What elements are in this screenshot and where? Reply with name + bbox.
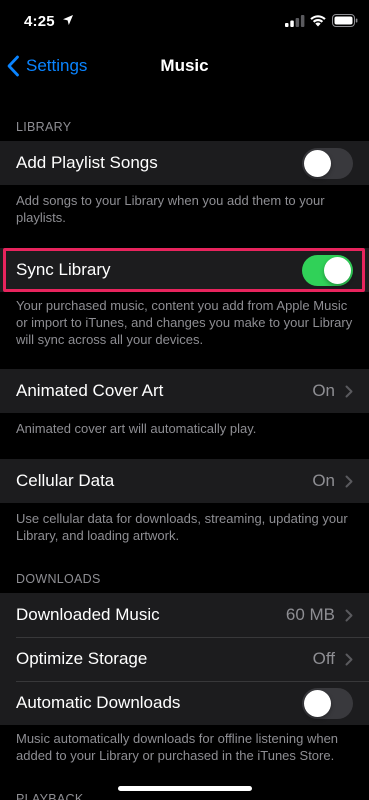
section-header-library: LIBRARY bbox=[16, 120, 72, 134]
group-add-playlist-songs: Add Playlist Songs bbox=[0, 141, 369, 185]
cellular-data-label: Cellular Data bbox=[16, 471, 115, 490]
row-add-playlist-songs: Add Playlist Songs bbox=[0, 141, 369, 185]
add-playlist-songs-label: Add Playlist Songs bbox=[16, 153, 158, 172]
add-playlist-songs-footer: Add songs to your Library when you add t… bbox=[16, 193, 325, 225]
cellular-signal-icon bbox=[285, 15, 305, 27]
sync-library-toggle[interactable] bbox=[302, 254, 353, 286]
page-title: Music bbox=[160, 56, 209, 75]
animated-cover-art-footer: Animated cover art will automatically pl… bbox=[16, 421, 257, 436]
toggle-knob bbox=[304, 689, 331, 717]
row-sync-library: Sync Library bbox=[0, 248, 369, 292]
status-time: 4:25 bbox=[24, 13, 55, 30]
animated-cover-art-value: On bbox=[312, 381, 335, 400]
sync-library-label: Sync Library bbox=[16, 260, 111, 279]
add-playlist-songs-toggle[interactable] bbox=[302, 147, 353, 179]
optimize-storage-label: Optimize Storage bbox=[16, 649, 148, 668]
optimize-storage-value: Off bbox=[312, 649, 335, 668]
automatic-downloads-toggle[interactable] bbox=[302, 687, 353, 719]
downloaded-music-value: 60 MB bbox=[285, 605, 335, 624]
row-automatic-downloads: Automatic Downloads bbox=[0, 681, 369, 725]
cellular-data-value: On bbox=[312, 471, 335, 490]
section-header-playback: PLAYBACK bbox=[16, 792, 84, 800]
status-bar: 4:25 bbox=[0, 0, 369, 44]
toggle-knob bbox=[324, 256, 351, 284]
chevron-right-icon bbox=[345, 385, 353, 398]
home-indicator bbox=[118, 786, 252, 791]
chevron-right-icon bbox=[345, 609, 353, 622]
row-optimize-storage[interactable]: Optimize Storage Off bbox=[0, 637, 369, 681]
downloaded-music-label: Downloaded Music bbox=[16, 605, 160, 624]
chevron-right-icon bbox=[345, 475, 353, 488]
chevron-right-icon bbox=[345, 653, 353, 666]
toggle-knob bbox=[304, 149, 331, 177]
navigation-bar: Settings Music bbox=[0, 44, 369, 88]
group-cellular-data: Cellular Data On bbox=[0, 459, 369, 503]
wifi-icon bbox=[310, 15, 326, 27]
animated-cover-art-label: Animated Cover Art bbox=[16, 381, 164, 400]
group-animated-cover-art: Animated Cover Art On bbox=[0, 369, 369, 413]
row-downloaded-music[interactable]: Downloaded Music 60 MB bbox=[0, 593, 369, 637]
location-arrow-icon bbox=[63, 15, 73, 25]
row-cellular-data[interactable]: Cellular Data On bbox=[0, 459, 369, 503]
downloads-footer: Music automatically downloads for offlin… bbox=[16, 731, 339, 763]
group-downloads: Downloaded Music 60 MB Optimize Storage … bbox=[0, 593, 369, 725]
group-sync-library: Sync Library bbox=[0, 248, 369, 292]
automatic-downloads-label: Automatic Downloads bbox=[16, 693, 181, 712]
battery-icon bbox=[332, 14, 358, 27]
row-animated-cover-art[interactable]: Animated Cover Art On bbox=[0, 369, 369, 413]
cellular-data-footer: Use cellular data for downloads, streami… bbox=[16, 511, 348, 543]
section-header-downloads: DOWNLOADS bbox=[16, 572, 101, 586]
sync-library-footer: Your purchased music, content you add fr… bbox=[16, 298, 353, 347]
